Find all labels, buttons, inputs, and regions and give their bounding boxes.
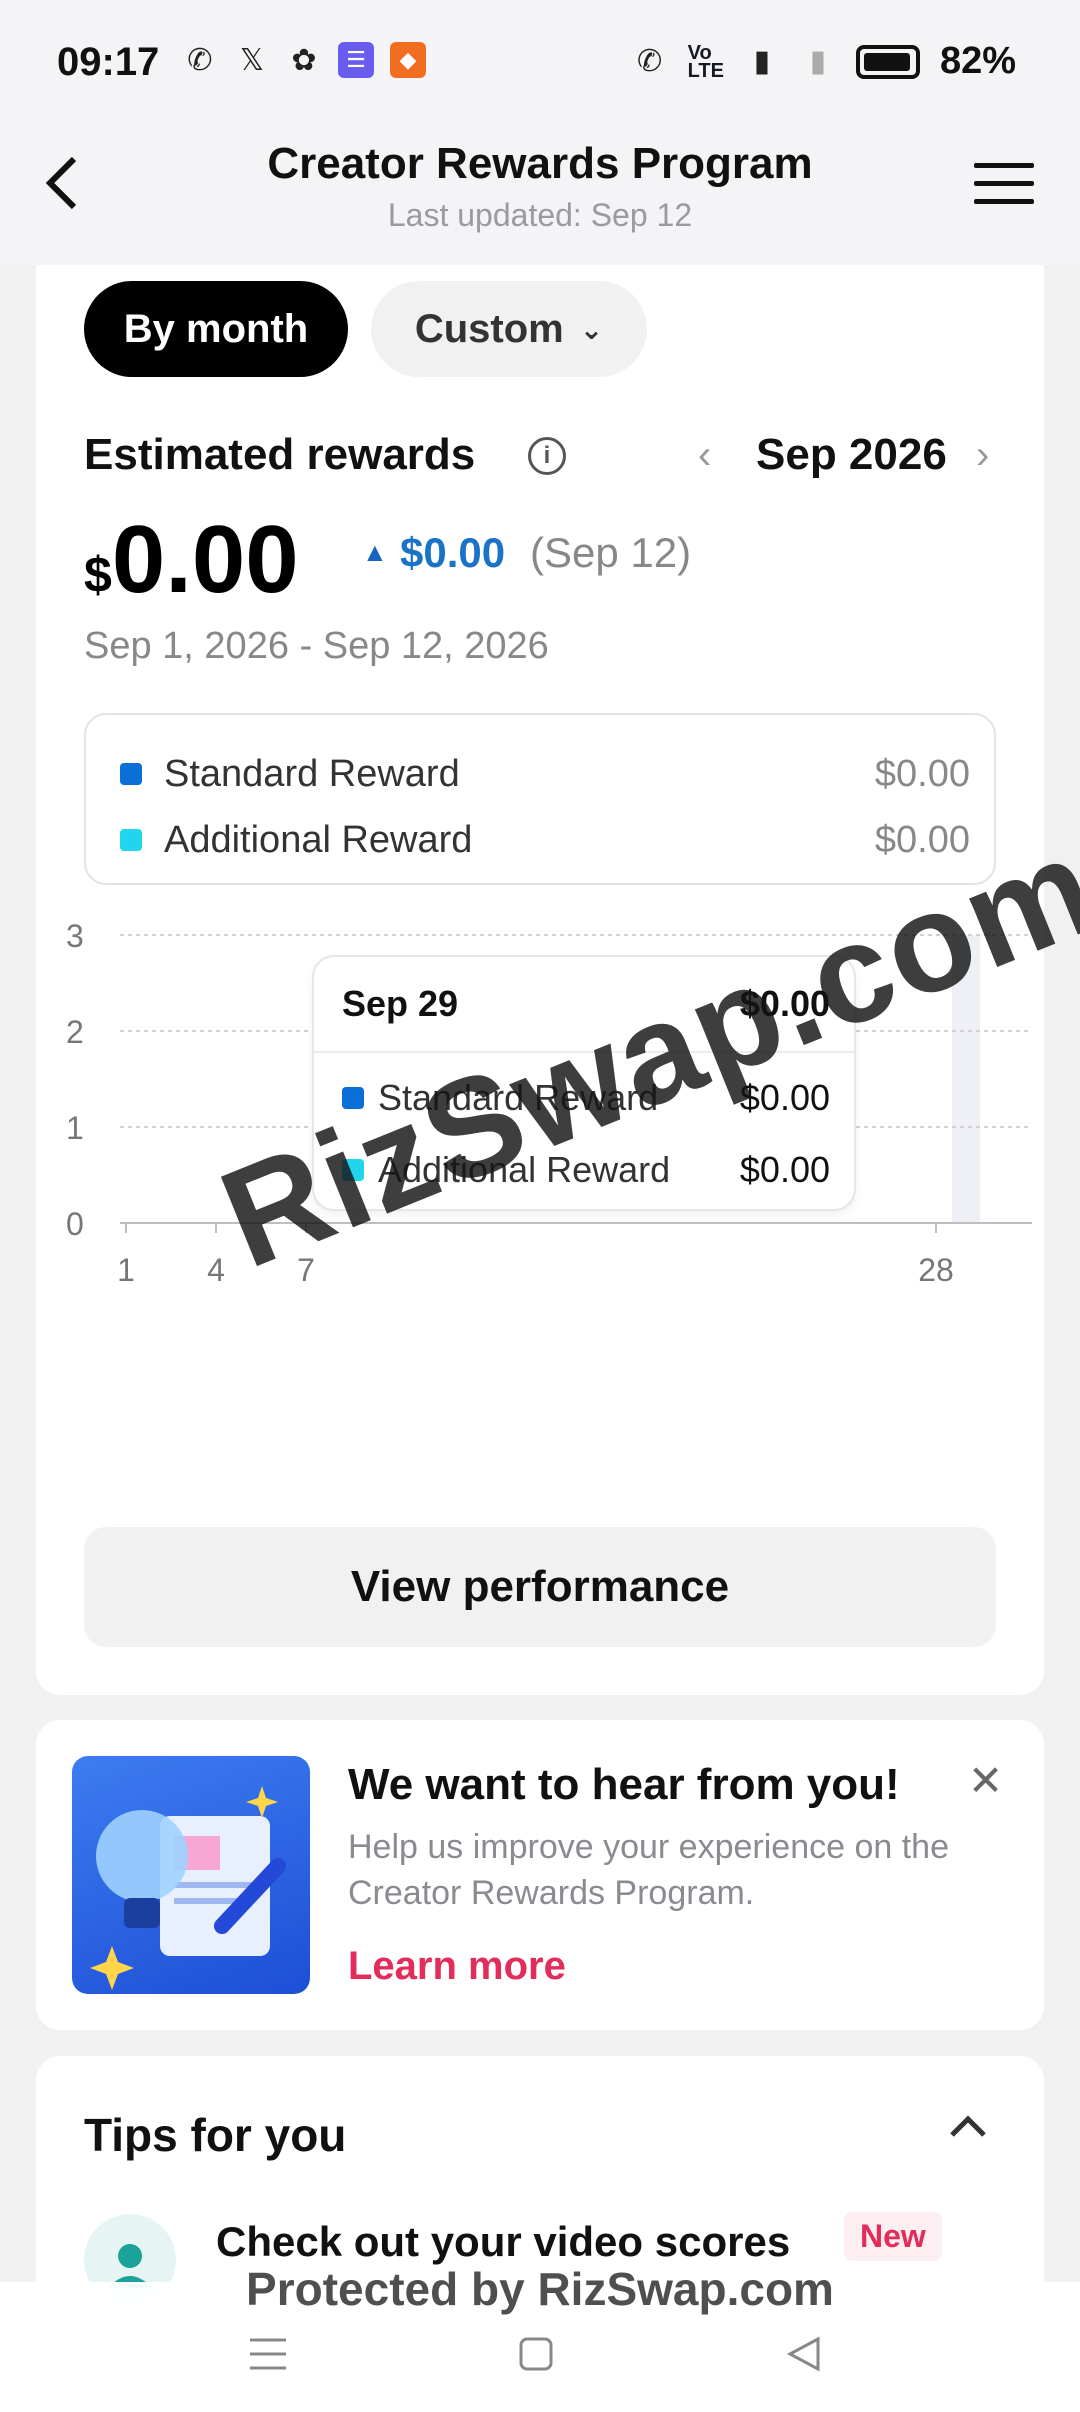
y-tick-label: 1 xyxy=(66,1110,84,1146)
additional-swatch xyxy=(120,829,142,851)
feedback-title: We want to hear from you! xyxy=(348,1760,900,1809)
system-status: ✆ Vo LTE ▮ ▮ 82% xyxy=(632,40,1016,83)
legend-label: Additional Reward xyxy=(164,818,473,861)
home-icon[interactable] xyxy=(512,2330,560,2378)
orange-app-icon: ◆ xyxy=(390,42,426,78)
chevron-up-icon[interactable] xyxy=(948,2106,988,2151)
legend-row: Additional Reward $0.00 xyxy=(120,815,970,865)
custom-label: Custom xyxy=(414,306,564,351)
close-icon[interactable]: ✕ xyxy=(968,1756,1003,1805)
legend-box: Standard Reward $0.00 Additional Reward … xyxy=(84,713,996,885)
view-performance-button[interactable]: View performance xyxy=(84,1527,996,1647)
y-tick-label: 0 xyxy=(66,1206,84,1242)
wifi-call-icon: ✆ xyxy=(637,45,663,78)
amount-value: 0.00 xyxy=(111,506,299,613)
currency-symbol: $ xyxy=(84,547,112,603)
legend-row: Standard Reward $0.00 xyxy=(120,749,970,799)
month-label: Sep 2026 xyxy=(756,430,947,479)
delta-value: $0.00 xyxy=(400,529,506,576)
chevron-right-icon[interactable]: › xyxy=(976,433,989,478)
tip-item-label[interactable]: Check out your video scores xyxy=(216,2218,790,2266)
notification-icons: ✆ 𝕏 ✿ ☰ ◆ xyxy=(182,42,426,78)
battery-percent: 82% xyxy=(939,40,1016,82)
recent-apps-icon[interactable] xyxy=(244,2330,292,2378)
y-tick-label: 3 xyxy=(66,918,84,954)
signal-2-icon: ▮ xyxy=(809,45,827,78)
last-updated: Last updated: Sep 12 xyxy=(387,197,693,233)
list-app-icon: ☰ xyxy=(338,42,374,78)
feedback-text: Help us improve your experience on the C… xyxy=(348,1828,949,1912)
x-tick-label: 1 xyxy=(117,1252,135,1285)
new-badge: New xyxy=(844,2212,942,2261)
delta-date: (Sep 12) xyxy=(530,529,692,576)
footer-watermark: Protected by RizSwap.com xyxy=(246,2263,834,2315)
info-icon[interactable]: i xyxy=(528,437,566,475)
y-tick-label: 2 xyxy=(66,1014,84,1050)
x-icon: 𝕏 xyxy=(239,43,265,77)
chevron-down-icon: ⌄ xyxy=(579,313,604,345)
lightbulb-illustration-icon xyxy=(72,1756,310,1994)
triangle-up-icon: ▲ xyxy=(362,537,388,567)
signal-icon: ▮ xyxy=(753,45,771,78)
feedback-card[interactable]: We want to hear from you! ✕ Help us impr… xyxy=(36,1720,1044,2030)
by-month-button[interactable]: By month xyxy=(84,281,348,377)
chevron-left-icon[interactable]: ‹ xyxy=(698,433,711,478)
volte-icon: Vo LTE xyxy=(687,41,724,82)
whatsapp-icon: ✆ xyxy=(187,43,213,77)
tooltip-row-value: $0.00 xyxy=(739,1149,830,1190)
app-notification-icon: ✿ xyxy=(291,43,317,77)
status-bar: 09:17 ✆ 𝕏 ✿ ☰ ◆ ✆ Vo LTE ▮ ▮ 82% xyxy=(0,0,1080,125)
page-title: Creator Rewards Program xyxy=(267,139,813,188)
legend-value: $0.00 xyxy=(874,752,970,795)
tooltip-date: Sep 29 xyxy=(342,983,459,1024)
menu-icon[interactable] xyxy=(974,163,1034,207)
status-time: 09:17 xyxy=(57,40,160,84)
x-tick-label: 4 xyxy=(207,1252,225,1285)
x-tick-label: 28 xyxy=(918,1252,954,1285)
standard-swatch xyxy=(120,763,142,785)
estimated-rewards-label: Estimated rewards xyxy=(84,430,476,479)
legend-label: Standard Reward xyxy=(164,752,460,795)
total-amount: $0.00 xyxy=(84,505,299,615)
battery-icon xyxy=(855,44,920,79)
tips-title: Tips for you xyxy=(84,2109,347,2161)
custom-button[interactable]: Custom ⌄ xyxy=(371,281,647,377)
learn-more-link[interactable]: Learn more xyxy=(348,1944,566,1989)
date-range: Sep 1, 2026 - Sep 12, 2026 xyxy=(84,625,549,667)
app-header: Creator Rewards Program Last updated: Se… xyxy=(0,125,1080,265)
back-nav-icon[interactable] xyxy=(780,2330,828,2378)
